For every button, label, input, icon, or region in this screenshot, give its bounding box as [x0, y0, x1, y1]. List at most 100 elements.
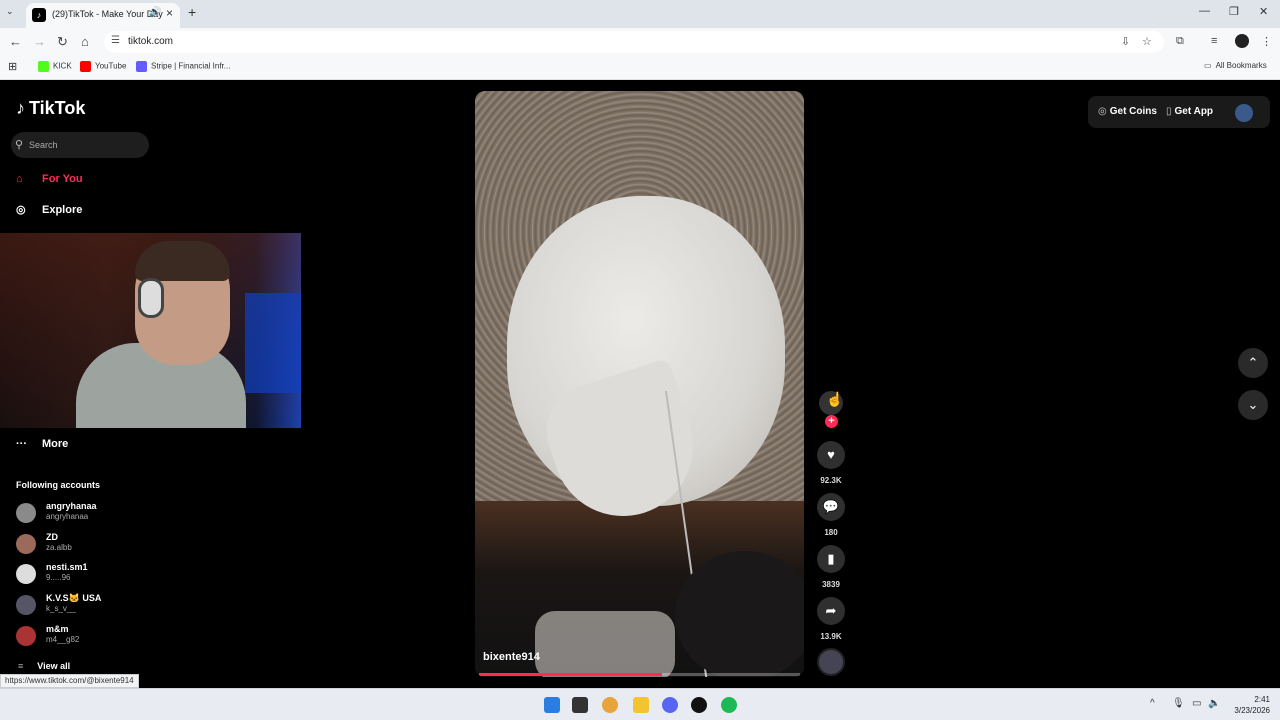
- nav-more[interactable]: ··· More: [16, 438, 68, 450]
- tab-search-icon[interactable]: ⌄: [6, 6, 14, 17]
- compass-icon: ◎: [16, 204, 26, 216]
- tab-audio-icon[interactable]: 🔊: [149, 7, 161, 18]
- all-bookmarks[interactable]: ▭ All Bookmarks: [1204, 61, 1267, 70]
- next-video-button[interactable]: ⌄: [1238, 390, 1268, 420]
- tiktok-logo[interactable]: ♪ TikTok: [16, 98, 85, 119]
- bookmark-stripe[interactable]: Stripe | Financial Infr...: [136, 61, 230, 72]
- view-all-link[interactable]: ≡ View all: [18, 661, 70, 671]
- user-avatar[interactable]: [1235, 104, 1253, 122]
- comment-button[interactable]: 💬: [817, 493, 845, 521]
- nav-for-you[interactable]: ⌂ For You: [16, 173, 83, 185]
- previous-video-button[interactable]: ⌃: [1238, 348, 1268, 378]
- get-coins-button[interactable]: ◎ Get Coins: [1098, 106, 1157, 117]
- kick-icon: [38, 61, 49, 72]
- folder-icon: ▭: [1204, 61, 1212, 70]
- file-explorer-icon[interactable]: [633, 697, 649, 713]
- heart-icon: ♥: [827, 447, 835, 462]
- tab-close-icon[interactable]: ×: [166, 6, 173, 20]
- obs-icon[interactable]: [691, 697, 707, 713]
- forward-icon[interactable]: →: [33, 34, 46, 49]
- windows-start-icon[interactable]: [544, 697, 560, 713]
- avatar: [16, 503, 36, 523]
- background-monitor: [245, 293, 301, 393]
- follow-plus-icon[interactable]: +: [825, 415, 838, 428]
- ellipsis-icon: ···: [16, 438, 27, 450]
- tiktok-favicon-icon: ♪: [32, 8, 46, 22]
- volume-icon[interactable]: 🔈: [1208, 698, 1220, 709]
- chevron-down-icon: ⌄: [1247, 397, 1259, 412]
- share-icon: ➦: [825, 603, 837, 618]
- reload-icon[interactable]: ↻: [57, 34, 68, 50]
- browser-tab-strip: ⌄ ♪ (29)TikTok - Make Your Day 🔊 × + — ❐…: [0, 0, 1280, 28]
- discord-icon[interactable]: [662, 697, 678, 713]
- chrome-icon[interactable]: [602, 697, 618, 713]
- system-clock[interactable]: 2:41 3/23/2026: [1222, 694, 1270, 716]
- install-app-icon[interactable]: ⇩: [1121, 35, 1130, 48]
- search-icon: ⚲: [15, 139, 24, 151]
- extensions-icon[interactable]: ⧉: [1176, 35, 1184, 48]
- windows-taskbar: ^ 🎙 ▭ 🔈 2:41 3/23/2026: [0, 688, 1280, 720]
- minimize-icon[interactable]: —: [1199, 5, 1210, 17]
- comment-count: 180: [824, 528, 838, 537]
- bookmark-youtube[interactable]: YouTube: [80, 61, 126, 72]
- tiktok-page: ♪TikTok ⚲ ⌂For You ◎Explore ···More Foll…: [0, 80, 1280, 688]
- get-app-button[interactable]: ▯ Get App: [1166, 106, 1213, 117]
- youtube-icon: [80, 61, 91, 72]
- search-input[interactable]: [29, 136, 139, 154]
- back-icon[interactable]: ←: [9, 34, 22, 49]
- save-button[interactable]: ▮: [817, 545, 845, 573]
- close-window-icon[interactable]: ✕: [1259, 5, 1268, 18]
- sound-disc-avatar[interactable]: [817, 648, 845, 676]
- following-account[interactable]: m&m m4__g82: [16, 623, 156, 649]
- spotify-icon[interactable]: [721, 697, 737, 713]
- new-tab-icon[interactable]: +: [188, 4, 196, 20]
- stripe-icon: [136, 61, 147, 72]
- bookmark-icon: ▮: [827, 551, 835, 566]
- restore-icon[interactable]: ❐: [1229, 5, 1239, 18]
- video-progress-bar[interactable]: [479, 673, 800, 676]
- network-icon[interactable]: ▭: [1192, 698, 1201, 709]
- like-button[interactable]: ♥: [817, 441, 845, 469]
- avatar: [16, 626, 36, 646]
- clock-date: 3/23/2026: [1234, 706, 1270, 715]
- following-account[interactable]: angryhanaa angryhanaa: [16, 500, 156, 526]
- bookmark-kick[interactable]: KICK: [38, 61, 72, 72]
- nav-explore[interactable]: ◎ Explore: [16, 203, 82, 216]
- following-account[interactable]: ZD za.albb: [16, 531, 156, 557]
- clock-time: 2:41: [1254, 695, 1270, 704]
- share-count: 13.9K: [820, 632, 842, 641]
- phone-icon: ▯: [1166, 106, 1172, 117]
- site-info-icon[interactable]: ☰: [111, 35, 120, 46]
- list-icon: ≡: [18, 661, 24, 671]
- following-accounts-title: Following accounts: [16, 480, 101, 490]
- coin-icon: ◎: [1098, 106, 1107, 117]
- task-view-icon[interactable]: [572, 697, 588, 713]
- apps-grid-icon[interactable]: ⊞: [8, 60, 17, 73]
- url-text[interactable]: tiktok.com: [128, 36, 173, 47]
- save-count: 3839: [822, 580, 840, 589]
- tiktok-note-icon: ♪: [16, 98, 25, 118]
- following-account[interactable]: K.V.S🐱 USA k_s_v__: [16, 592, 156, 618]
- home-icon[interactable]: ⌂: [81, 34, 89, 49]
- browser-tab[interactable]: ♪ (29)TikTok - Make Your Day 🔊 ×: [26, 3, 180, 28]
- following-account[interactable]: nesti.sm1 9.....96: [16, 561, 156, 587]
- webcam-overlay: [0, 233, 301, 428]
- bookmark-star-icon[interactable]: ☆: [1142, 35, 1152, 48]
- video-player[interactable]: bixente914: [475, 91, 804, 677]
- avatar: [16, 564, 36, 584]
- bookmarks-bar: ⊞ KICK YouTube Stripe | Financial Infr..…: [0, 56, 1280, 80]
- video-author[interactable]: bixente914: [483, 651, 540, 663]
- browser-toolbar: ← → ↻ ⌂ ☰ tiktok.com ⇩ ☆ ⧉ ≡ ⋮: [0, 28, 1280, 56]
- search-box[interactable]: ⚲: [11, 132, 149, 158]
- address-bar[interactable]: ☰ tiktok.com: [104, 31, 1164, 53]
- tray-chevron-icon[interactable]: ^: [1150, 698, 1155, 709]
- comment-icon: 💬: [822, 499, 840, 514]
- home-icon: ⌂: [16, 173, 23, 185]
- mouse-cursor-icon: ☝: [826, 391, 844, 407]
- microphone-icon[interactable]: 🎙: [1172, 698, 1185, 709]
- profile-avatar[interactable]: [1235, 34, 1249, 48]
- share-button[interactable]: ➦: [817, 597, 845, 625]
- media-controls-icon[interactable]: ≡: [1211, 35, 1217, 47]
- menu-kebab-icon[interactable]: ⋮: [1261, 35, 1272, 48]
- avatar: [16, 595, 36, 615]
